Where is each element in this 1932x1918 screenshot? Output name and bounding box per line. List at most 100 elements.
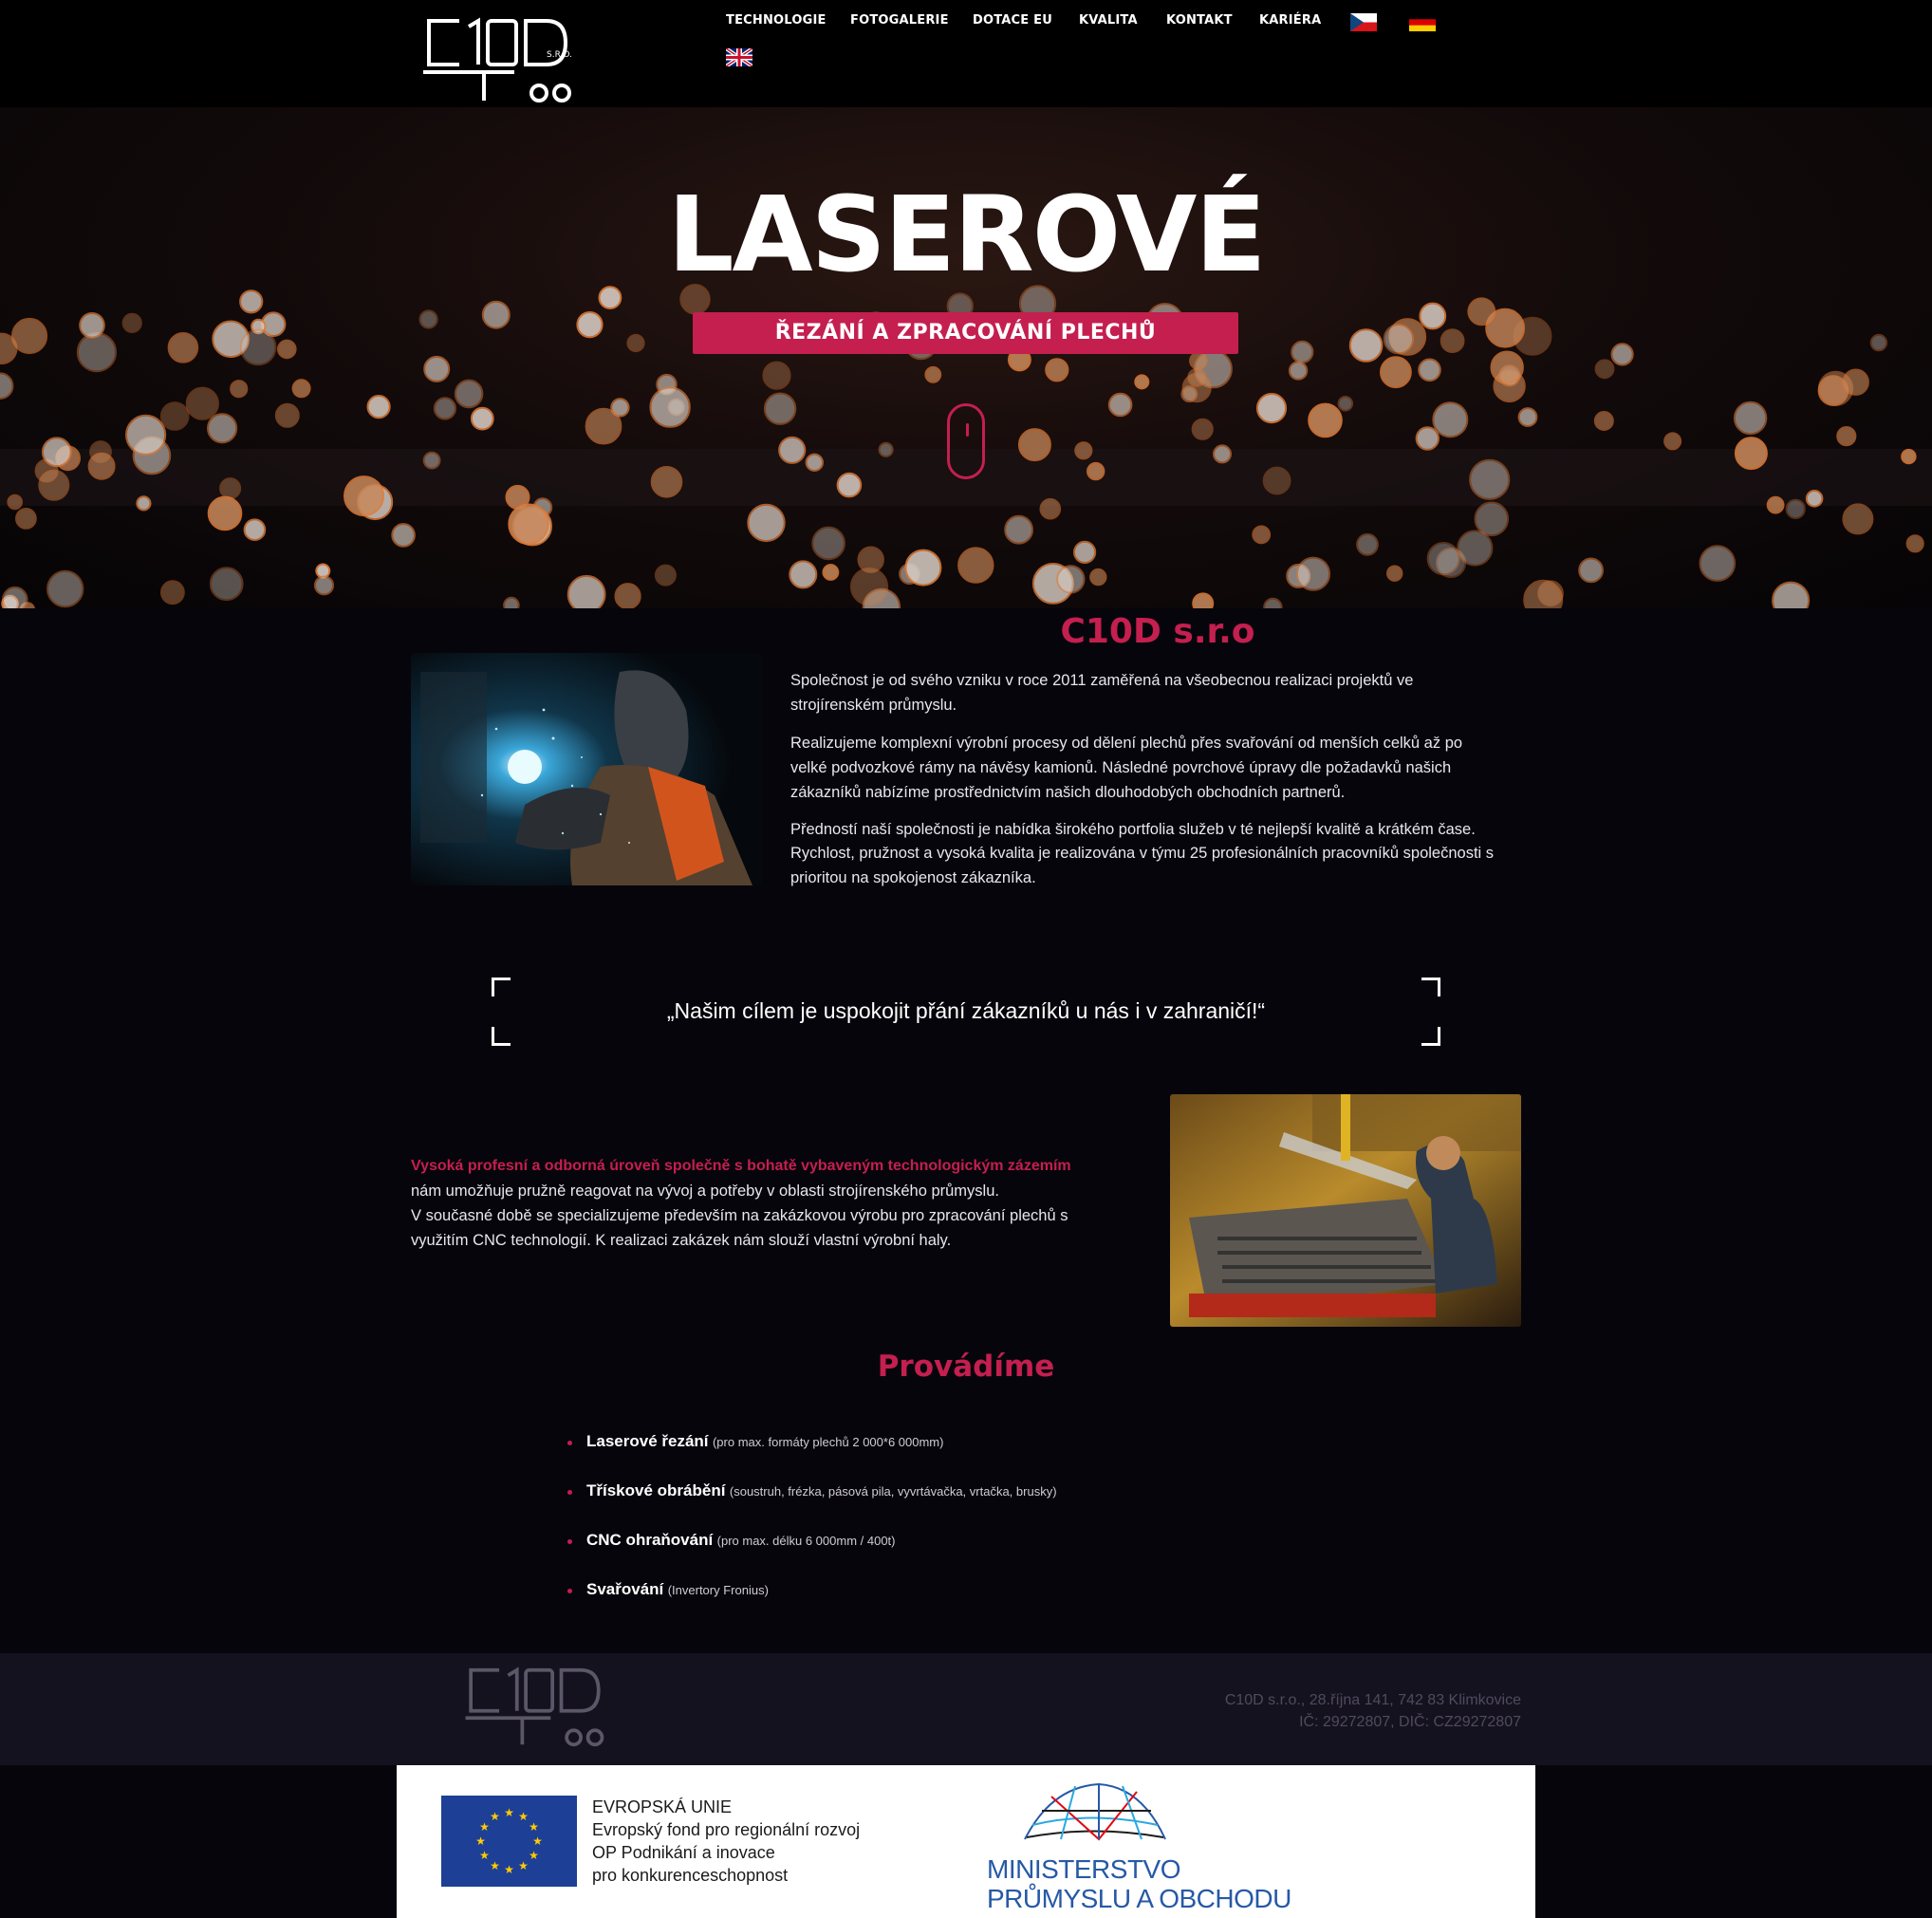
eu-star-icon: ★ (504, 1806, 514, 1819)
spark-dot (391, 523, 416, 548)
ministry-name: MINISTERSTVO PRŮMYSLU A OBCHODU (987, 1854, 1291, 1913)
spark-dot (219, 477, 242, 500)
services-title: Provádíme (877, 1350, 1055, 1384)
service-detail: (soustruh, frézka, pásová pila, vyvrtáva… (729, 1484, 1057, 1499)
spark-dot (1457, 530, 1494, 567)
service-item: Svařování (Invertory Fronius) (567, 1577, 1327, 1627)
spark-dot (230, 380, 249, 399)
nav-fotogalerie[interactable]: FOTOGALERIE (850, 13, 949, 28)
spark-dot (904, 549, 942, 587)
eu-line-4: pro konkurenceschopnost (592, 1866, 789, 1885)
spark-dot (626, 333, 645, 353)
spark-dot (1291, 340, 1314, 363)
spark-dot (836, 472, 863, 498)
gb-flag-icon[interactable] (726, 48, 752, 66)
spark-dot (422, 451, 441, 470)
spark-dot (76, 332, 118, 373)
nav-technologie[interactable]: TECHNOLOGIE (726, 13, 827, 28)
spark-dot (167, 332, 199, 363)
spark-dot (503, 596, 520, 608)
spark-dot (1039, 497, 1062, 520)
quote-corner-top-left (492, 978, 511, 996)
quote-corner-bottom-right (1421, 1027, 1440, 1046)
spark-dot (1419, 302, 1447, 330)
spark-dot (1383, 324, 1415, 355)
spark-dot (1187, 367, 1207, 387)
eu-star-icon: ★ (529, 1820, 539, 1834)
expertise-highlight: Vysoká profesní a odborná úroveň společn… (411, 1158, 1071, 1174)
spark-dot (185, 386, 219, 420)
spark-dot (1469, 458, 1511, 500)
spark-dot (1766, 495, 1785, 514)
nav-dotace-eu[interactable]: DOTACE EU (973, 13, 1052, 28)
spark-dot (805, 453, 824, 472)
spark-dot (1017, 428, 1051, 462)
nav-kontakt[interactable]: KONTAKT (1166, 13, 1233, 28)
spark-dot (1734, 437, 1768, 471)
scroll-down-icon[interactable] (947, 403, 985, 479)
service-detail: (pro max. délku 6 000mm / 400t) (716, 1534, 896, 1548)
spark-dot (1074, 441, 1093, 460)
spark-dot (649, 386, 691, 428)
eu-star-icon: ★ (529, 1849, 539, 1862)
welder-photo (411, 653, 762, 885)
bullet-icon (567, 1589, 572, 1593)
spark-dot (207, 413, 238, 444)
nav-kariera[interactable]: KARIÉRA (1259, 13, 1321, 28)
spark-dot (1610, 343, 1634, 366)
spark-dot (1288, 361, 1309, 381)
spark-dot (1467, 297, 1496, 326)
spark-dot (1490, 350, 1524, 384)
spark-dot (1386, 565, 1403, 582)
c10d-logo[interactable]: S.R.O. (423, 17, 585, 104)
spark-dot (1056, 565, 1086, 594)
spark-dot (1380, 356, 1412, 389)
about-paragraph-2: Realizujeme komplexní výrobní procesy od… (790, 735, 1463, 801)
spark-dot (159, 401, 190, 431)
eu-star-icon: ★ (518, 1859, 529, 1872)
eu-line-2: Evropský fond pro regionální rozvoj (592, 1820, 861, 1839)
eu-star-icon: ★ (518, 1810, 529, 1823)
de-flag-icon[interactable] (1409, 13, 1436, 31)
spark-dot (46, 569, 84, 608)
spark-dot (136, 495, 152, 512)
spark-dot (763, 392, 797, 425)
footer-logo[interactable] (465, 1667, 617, 1748)
spark-dot (1189, 351, 1208, 370)
nav-kvalita[interactable]: KVALITA (1079, 13, 1138, 28)
spark-dot (1901, 448, 1917, 465)
bullet-icon (567, 1490, 572, 1495)
spark-dot (239, 328, 277, 366)
spark-dot (1191, 418, 1214, 440)
spark-dot (1262, 466, 1291, 495)
spark-dot (822, 564, 840, 581)
service-name: Svařování (586, 1580, 664, 1598)
spark-dot (1905, 534, 1924, 553)
hero-subtitle-badge: ŘEZÁNÍ A ZPRACOVÁNÍ PLECHŮ (693, 312, 1238, 354)
spark-dot (277, 339, 297, 360)
spark-dot (418, 309, 438, 329)
about-text: Společnost je od svého vzniku v roce 201… (790, 668, 1502, 890)
laser-machine-photo (1170, 1094, 1521, 1327)
spark-dot (1337, 396, 1354, 412)
spark-dot (209, 567, 244, 602)
footer-address: C10D s.r.o., 28.října 141, 742 83 Klimko… (1225, 1689, 1521, 1733)
spark-dot (1772, 581, 1811, 608)
spark-dot (957, 547, 994, 584)
spark-dot (454, 379, 484, 409)
spark-dot (1805, 490, 1824, 508)
spark-dot (481, 300, 511, 329)
spark-dot (87, 452, 116, 480)
spark-dot (1192, 592, 1215, 608)
spark-dot (1252, 525, 1272, 545)
spark-dot (243, 518, 267, 542)
spark-dot (1517, 407, 1538, 427)
services-list: Laserové řezání (pro max. formáty plechů… (567, 1429, 1327, 1627)
spark-dot (650, 466, 683, 498)
eu-line-1: EVROPSKÁ UNIE (592, 1797, 733, 1816)
spark-dot (1869, 333, 1888, 352)
expertise-line-2: V současné době se specializujeme předev… (411, 1207, 1068, 1249)
service-name: Laserové řezání (586, 1432, 709, 1450)
cz-flag-icon[interactable] (1350, 13, 1377, 31)
spark-dot (1842, 503, 1874, 535)
